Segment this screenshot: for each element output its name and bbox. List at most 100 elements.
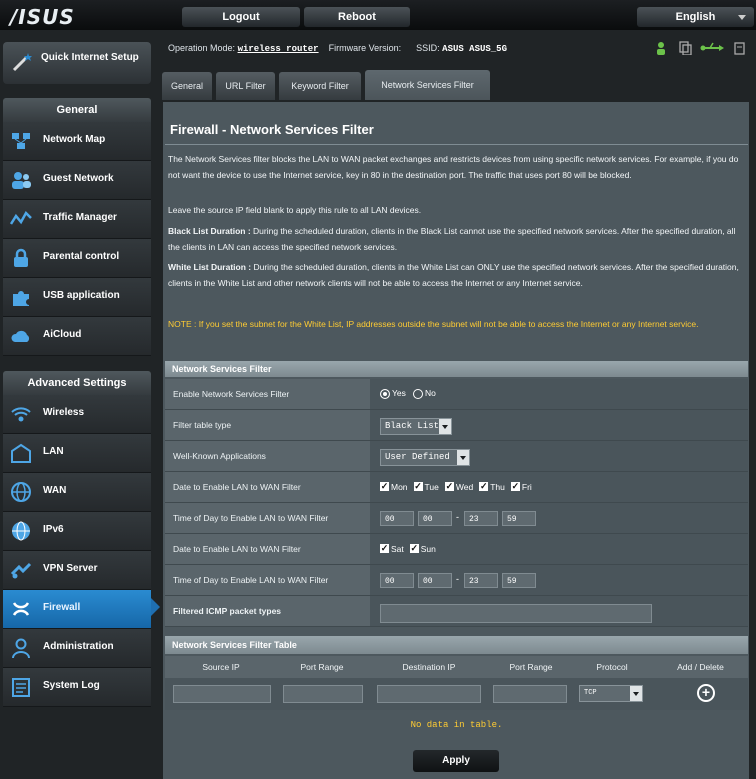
apply-button[interactable]: Apply — [413, 750, 499, 772]
enable-filter-row: Enable Network Services Filter Yes No — [165, 379, 748, 410]
sidebar-item-system-log[interactable]: System Log — [3, 668, 151, 707]
icmp-types-input[interactable] — [380, 604, 652, 623]
well-known-apps-label: Well-Known Applications — [165, 441, 370, 471]
sidebar-item-aicloud[interactable]: AiCloud — [3, 317, 151, 356]
lan-icon — [11, 443, 31, 463]
sidebar-item-firewall[interactable]: Firewall — [3, 590, 151, 629]
icmp-types-label: Filtered ICMP packet types — [165, 596, 370, 626]
sidebar-item-guest-network[interactable]: Guest Network — [3, 161, 151, 200]
chevron-down-icon — [457, 450, 469, 465]
op-mode-link[interactable]: wireless router — [238, 44, 319, 54]
usb-icon[interactable] — [700, 42, 725, 51]
well-known-apps-select[interactable]: User Defined — [380, 449, 470, 466]
globe-icon — [11, 482, 31, 502]
language-label: English — [675, 11, 716, 23]
filter-table-type-select[interactable]: Black List — [380, 418, 452, 435]
source-ip-input[interactable] — [173, 685, 271, 703]
filter-table-columns: Source IP Port Range Destination IP Port… — [165, 656, 748, 678]
day-checkbox-tue[interactable]: ✓ — [413, 482, 423, 492]
sidebar-item-wireless[interactable]: Wireless — [3, 395, 151, 434]
weekend-time-label: Time of Day to Enable LAN to WAN Filter — [165, 565, 370, 595]
source-port-range-input[interactable] — [283, 685, 363, 703]
sidebar-item-label: IPv6 — [43, 524, 64, 535]
day-checkbox-sun[interactable]: ✓ — [409, 544, 419, 554]
enable-yes-radio[interactable] — [380, 388, 390, 399]
reboot-button[interactable]: Reboot — [304, 7, 410, 27]
tab-keyword-filter[interactable]: Keyword Filter — [279, 72, 361, 100]
user-icon[interactable] — [657, 42, 665, 55]
weekday-start-hour-input[interactable]: 00 — [380, 511, 414, 526]
sidebar-item-administration[interactable]: Administration — [3, 629, 151, 668]
column-add-delete: Add / Delete — [677, 662, 724, 672]
weekday-time-label: Time of Day to Enable LAN to WAN Filter — [165, 503, 370, 533]
filter-table-input-row: TCP + — [165, 678, 748, 710]
white-list-title: White List Duration : — [168, 262, 252, 272]
destination-ip-input[interactable] — [377, 685, 481, 703]
lock-icon — [14, 248, 28, 267]
well-known-apps-row: Well-Known Applications User Defined — [165, 441, 748, 472]
intro-text-2: Leave the source IP field blank to apply… — [168, 205, 422, 215]
weekend-end-minute-input[interactable]: 59 — [502, 573, 536, 588]
column-port-range: Port Range — [300, 662, 344, 672]
advanced-settings-header: Advanced Settings — [3, 371, 151, 395]
add-rule-button[interactable]: + — [697, 684, 715, 702]
day-checkbox-fri[interactable]: ✓ — [510, 482, 520, 492]
sidebar-item-lan[interactable]: LAN — [3, 434, 151, 473]
day-checkbox-thu[interactable]: ✓ — [479, 482, 489, 492]
enable-yes-label: Yes — [392, 388, 406, 398]
weekday-end-minute-input[interactable]: 59 — [502, 511, 536, 526]
protocol-value: TCP — [584, 689, 597, 697]
chevron-down-icon — [439, 419, 451, 434]
sidebar-item-parental-control[interactable]: Parental control — [3, 239, 151, 278]
sidebar-item-ipv6[interactable]: IPv6 — [3, 512, 151, 551]
weekend-start-minute-input[interactable]: 00 — [418, 573, 452, 588]
day-checkbox-mon[interactable]: ✓ — [380, 482, 389, 492]
destination-port-range-input[interactable] — [493, 685, 567, 703]
tab-url-filter[interactable]: URL Filter — [216, 72, 275, 100]
storage-icon[interactable] — [734, 42, 745, 55]
copy-icon[interactable] — [679, 41, 692, 56]
sidebar-item-usb-application[interactable]: USB application — [3, 278, 151, 317]
intro-text: The Network Services filter blocks the L… — [168, 154, 739, 180]
active-pointer-icon — [151, 598, 160, 616]
logout-button[interactable]: Logout — [182, 7, 300, 27]
tab-general[interactable]: General — [162, 72, 212, 100]
day-checkbox-wed[interactable]: ✓ — [444, 482, 454, 492]
tab-network-services-filter[interactable]: Network Services Filter — [365, 70, 490, 100]
firmware-label: Firmware Version: — [328, 43, 402, 53]
weekday-end-hour-input[interactable]: 23 — [464, 511, 498, 526]
sidebar-item-label: Parental control — [43, 251, 120, 262]
white-list-description: White List Duration : During the schedul… — [168, 260, 746, 291]
status-icons — [655, 41, 751, 56]
sidebar-item-vpn-server[interactable]: VPN Server — [3, 551, 151, 590]
general-header: General — [3, 98, 151, 122]
day-checkbox-sat[interactable]: ✓ — [380, 544, 389, 554]
weekday-date-row: Date to Enable LAN to WAN Filter ✓ Mon ✓ Tu… — [165, 472, 748, 503]
black-list-title: Black List Duration : — [168, 226, 251, 236]
quick-internet-setup-button[interactable]: Quick Internet Setup — [3, 42, 151, 84]
chevron-down-icon — [738, 15, 746, 20]
sidebar-item-wan[interactable]: WAN — [3, 473, 151, 512]
protocol-select[interactable]: TCP — [579, 685, 643, 702]
day-label: Fri — [521, 481, 532, 492]
op-mode-label: Operation Mode: — [168, 43, 236, 53]
sidebar-item-label: Network Map — [43, 134, 106, 145]
enable-no-radio[interactable] — [412, 388, 423, 399]
puzzle-icon — [13, 291, 29, 306]
sidebar-item-label: LAN — [43, 446, 64, 457]
sidebar-item-network-map[interactable]: Network Map — [3, 122, 151, 161]
sidebar-item-traffic-manager[interactable]: Traffic Manager — [3, 200, 151, 239]
admin-user-icon — [12, 638, 30, 659]
magic-wand-icon — [12, 53, 32, 72]
weekday-start-minute-input[interactable]: 00 — [418, 511, 452, 526]
weekend-time-row: Time of Day to Enable LAN to WAN Filter … — [165, 565, 748, 596]
weekend-start-hour-input[interactable]: 00 — [380, 573, 414, 588]
icmp-types-row: Filtered ICMP packet types — [165, 596, 748, 627]
day-label: Thu — [490, 481, 505, 492]
column-destination-ip: Destination IP — [402, 662, 456, 672]
white-list-text: During the scheduled duration, clients i… — [168, 262, 739, 288]
weekend-end-hour-input[interactable]: 23 — [464, 573, 498, 588]
cloud-icon — [11, 330, 30, 342]
language-select[interactable]: English — [637, 7, 754, 27]
enable-no-label: No — [424, 388, 436, 398]
